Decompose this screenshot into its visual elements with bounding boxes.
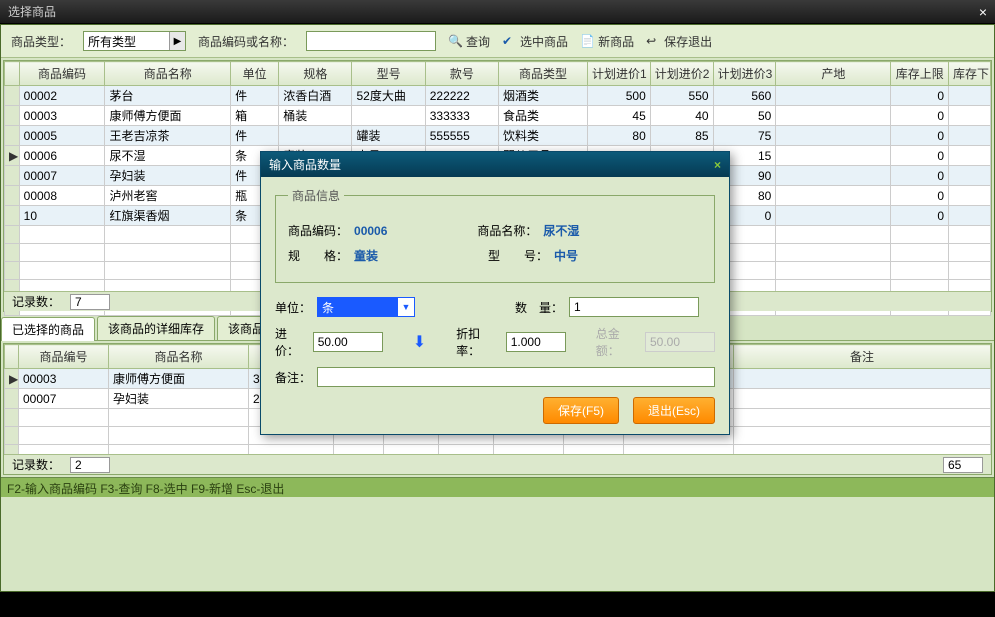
record-count: 7 <box>70 294 110 310</box>
remark-label: 备注： <box>275 369 311 386</box>
type-label: 商品类型： <box>11 33 71 50</box>
column-header[interactable] <box>5 345 19 369</box>
record-count: 2 <box>70 457 110 473</box>
column-header[interactable]: 备注 <box>734 345 991 369</box>
column-header[interactable]: 库存下 <box>949 62 991 86</box>
select-button[interactable]: ✔ 选中商品 <box>502 33 568 50</box>
toolbar: 商品类型： ▶ 商品编码或名称： 🔍 查询 ✔ 选中商品 📄 新商品 ↩ 保存退… <box>1 25 994 58</box>
exit-icon: ↩ <box>646 34 660 48</box>
check-icon: ✔ <box>502 34 516 48</box>
tab[interactable]: 已选择的商品 <box>1 317 95 341</box>
code-label: 商品编码或名称： <box>198 33 294 50</box>
column-header[interactable]: 规格 <box>279 62 352 86</box>
document-icon: 📄 <box>580 34 594 48</box>
column-header[interactable]: 单位 <box>231 62 279 86</box>
price-input[interactable] <box>313 332 383 352</box>
column-header[interactable] <box>5 62 20 86</box>
model-label: 型 号： <box>488 247 548 264</box>
column-header[interactable]: 计划进价3 <box>713 62 776 86</box>
price-label: 进价： <box>275 325 307 359</box>
total-sum: 65 <box>943 457 983 473</box>
type-combo[interactable]: ▶ <box>83 31 186 51</box>
column-header[interactable]: 产地 <box>776 62 891 86</box>
dialog-titlebar[interactable]: 输入商品数量 × <box>261 152 729 177</box>
total-label: 总金额： <box>596 325 639 359</box>
record-label: 记录数： <box>12 293 60 310</box>
close-icon[interactable]: × <box>714 158 721 172</box>
type-input[interactable] <box>84 32 169 50</box>
spec-value: 童装 <box>354 247 378 264</box>
remark-input[interactable] <box>317 367 715 387</box>
model-value: 中号 <box>554 247 578 264</box>
search-icon: 🔍 <box>448 34 462 48</box>
chevron-right-icon[interactable]: ▶ <box>169 32 185 50</box>
qty-label: 数 量： <box>515 299 563 316</box>
dialog-title: 输入商品数量 <box>269 156 341 173</box>
chevron-down-icon[interactable]: ▼ <box>398 298 414 316</box>
new-button[interactable]: 📄 新商品 <box>580 33 634 50</box>
table-row[interactable]: 00003康师傅方便面箱桶装333333食品类4540500 <box>5 106 991 126</box>
tab[interactable]: 该商品的详细库存 <box>97 316 215 340</box>
quantity-dialog: 输入商品数量 × 商品信息 商品编码： 00006 商品名称： 尿不湿 规 格： 童装… <box>260 151 730 435</box>
total-output <box>645 332 715 352</box>
code-value: 00006 <box>354 224 387 238</box>
spec-label: 规 格： <box>288 247 348 264</box>
code-label: 商品编码： <box>288 222 348 239</box>
column-header[interactable]: 款号 <box>425 62 498 86</box>
bottom-record-bar: 记录数： 2 65 <box>4 454 991 474</box>
column-header[interactable]: 商品类型 <box>499 62 588 86</box>
column-header[interactable]: 库存上限 <box>891 62 949 86</box>
column-header[interactable]: 型号 <box>352 62 425 86</box>
column-header[interactable]: 商品名称 <box>105 62 231 86</box>
save-exit-button[interactable]: ↩ 保存退出 <box>646 33 712 50</box>
window-title: 选择商品 <box>8 3 56 20</box>
close-icon[interactable]: × <box>979 4 987 20</box>
column-header[interactable]: 商品编号 <box>19 345 109 369</box>
column-header[interactable]: 商品名称 <box>109 345 249 369</box>
name-value: 尿不湿 <box>543 222 579 239</box>
query-button[interactable]: 🔍 查询 <box>448 33 490 50</box>
name-label: 商品名称： <box>477 222 537 239</box>
discount-input[interactable] <box>506 332 566 352</box>
status-bar: F2-输入商品编码 F3-查询 F8-选中 F9-新增 Esc-退出 <box>1 477 994 497</box>
column-header[interactable]: 计划进价1 <box>587 62 650 86</box>
column-header[interactable]: 计划进价2 <box>650 62 713 86</box>
record-label: 记录数： <box>12 456 60 473</box>
unit-label: 单位： <box>275 299 311 316</box>
unit-select[interactable]: 条 ▼ <box>317 297 415 317</box>
window-titlebar: 选择商品 × <box>0 0 995 24</box>
discount-label: 折扣率： <box>456 325 500 359</box>
group-legend: 商品信息 <box>288 187 344 204</box>
table-row[interactable]: 00005王老吉凉茶件罐装555555饮料类8085750 <box>5 126 991 146</box>
exit-button[interactable]: 退出(Esc) <box>633 397 715 424</box>
arrow-down-icon[interactable]: ⬇ <box>413 332 426 352</box>
column-header[interactable]: 商品编码 <box>19 62 105 86</box>
qty-input[interactable] <box>569 297 699 317</box>
code-input[interactable] <box>306 31 436 51</box>
table-row[interactable]: 00002茅台件浓香白酒52度大曲222222烟酒类5005505600 <box>5 86 991 106</box>
save-button[interactable]: 保存(F5) <box>543 397 619 424</box>
product-info-group: 商品信息 商品编码： 00006 商品名称： 尿不湿 规 格： 童装 型 号： 中号 <box>275 187 715 283</box>
